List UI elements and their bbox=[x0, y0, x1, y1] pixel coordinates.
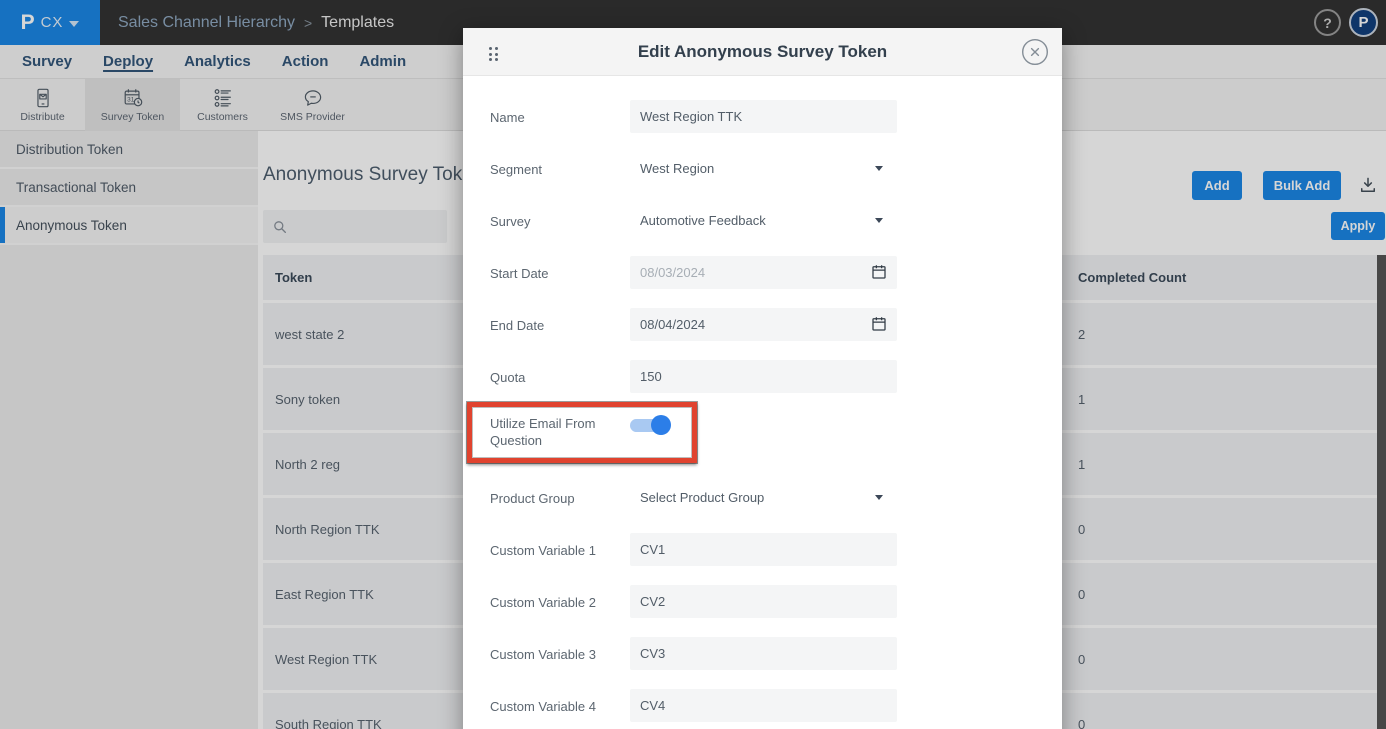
chevron-down-icon bbox=[875, 495, 883, 500]
calendar-icon[interactable] bbox=[870, 263, 888, 281]
chevron-down-icon bbox=[875, 218, 883, 223]
custom-variable-1-input[interactable]: CV1 bbox=[630, 533, 897, 566]
field-label: Survey bbox=[490, 204, 630, 230]
chevron-down-icon bbox=[875, 166, 883, 171]
field-survey: Survey Automotive Feedback bbox=[490, 204, 1062, 237]
field-label: Start Date bbox=[490, 256, 630, 282]
quota-input[interactable]: 150 bbox=[630, 360, 897, 393]
utilize-email-from-question-toggle[interactable] bbox=[630, 415, 670, 435]
field-label: Custom Variable 4 bbox=[490, 689, 630, 715]
calendar-icon[interactable] bbox=[870, 315, 888, 333]
field-name: Name West Region TTK bbox=[490, 100, 1062, 133]
field-label: Custom Variable 2 bbox=[490, 585, 630, 611]
modal-body: Name West Region TTK Segment West Region Sur… bbox=[463, 76, 1062, 722]
field-custom-variable-4: Custom Variable 4 CV4 bbox=[490, 689, 1062, 722]
modal-header: Edit Anonymous Survey Token bbox=[463, 28, 1062, 76]
field-label: Custom Variable 3 bbox=[490, 637, 630, 663]
field-value: West Region TTK bbox=[640, 109, 742, 124]
field-label: Product Group bbox=[490, 481, 630, 507]
field-quota: Quota 150 bbox=[490, 360, 1062, 393]
start-date-input[interactable]: 08/03/2024 bbox=[630, 256, 897, 289]
field-custom-variable-3: Custom Variable 3 CV3 bbox=[490, 637, 1062, 670]
field-value: 08/04/2024 bbox=[640, 317, 705, 332]
field-label: Quota bbox=[490, 360, 630, 386]
survey-dropdown[interactable]: Automotive Feedback bbox=[630, 204, 897, 237]
product-group-dropdown[interactable]: Select Product Group bbox=[630, 481, 897, 514]
edit-token-modal: Edit Anonymous Survey Token Name West Reg… bbox=[463, 28, 1062, 729]
field-value: CV3 bbox=[640, 646, 665, 661]
field-label: Custom Variable 1 bbox=[490, 533, 630, 559]
close-icon[interactable] bbox=[1021, 38, 1049, 66]
field-product-group: Product Group Select Product Group bbox=[490, 481, 1062, 514]
field-end-date: End Date 08/04/2024 bbox=[490, 308, 1062, 341]
app-screen: P CX Sales Channel Hierarchy > Templates… bbox=[0, 0, 1386, 729]
field-label: Name bbox=[490, 100, 630, 126]
custom-variable-3-input[interactable]: CV3 bbox=[630, 637, 897, 670]
name-input[interactable]: West Region TTK bbox=[630, 100, 897, 133]
field-value: CV4 bbox=[640, 698, 665, 713]
toggle-knob bbox=[651, 415, 671, 435]
selected-value: West Region bbox=[640, 161, 714, 176]
drag-handle-icon[interactable] bbox=[486, 44, 501, 64]
custom-variable-4-input[interactable]: CV4 bbox=[630, 689, 897, 722]
field-value: 150 bbox=[640, 369, 662, 384]
modal-title: Edit Anonymous Survey Token bbox=[463, 28, 1062, 76]
field-label: Utilize Email From Question bbox=[490, 412, 630, 449]
field-utilize-email-from-question: Utilize Email From Question bbox=[490, 412, 1062, 462]
custom-variable-2-input[interactable]: CV2 bbox=[630, 585, 897, 618]
field-start-date: Start Date 08/03/2024 bbox=[490, 256, 1062, 289]
field-value: 08/03/2024 bbox=[640, 265, 705, 280]
field-value: CV2 bbox=[640, 594, 665, 609]
field-label: Segment bbox=[490, 152, 630, 178]
end-date-input[interactable]: 08/04/2024 bbox=[630, 308, 897, 341]
field-label: End Date bbox=[490, 308, 630, 334]
segment-dropdown[interactable]: West Region bbox=[630, 152, 897, 185]
selected-value: Select Product Group bbox=[640, 490, 764, 505]
selected-value: Automotive Feedback bbox=[640, 213, 766, 228]
field-custom-variable-2: Custom Variable 2 CV2 bbox=[490, 585, 1062, 618]
field-segment: Segment West Region bbox=[490, 152, 1062, 185]
field-value: CV1 bbox=[640, 542, 665, 557]
field-custom-variable-1: Custom Variable 1 CV1 bbox=[490, 533, 1062, 566]
